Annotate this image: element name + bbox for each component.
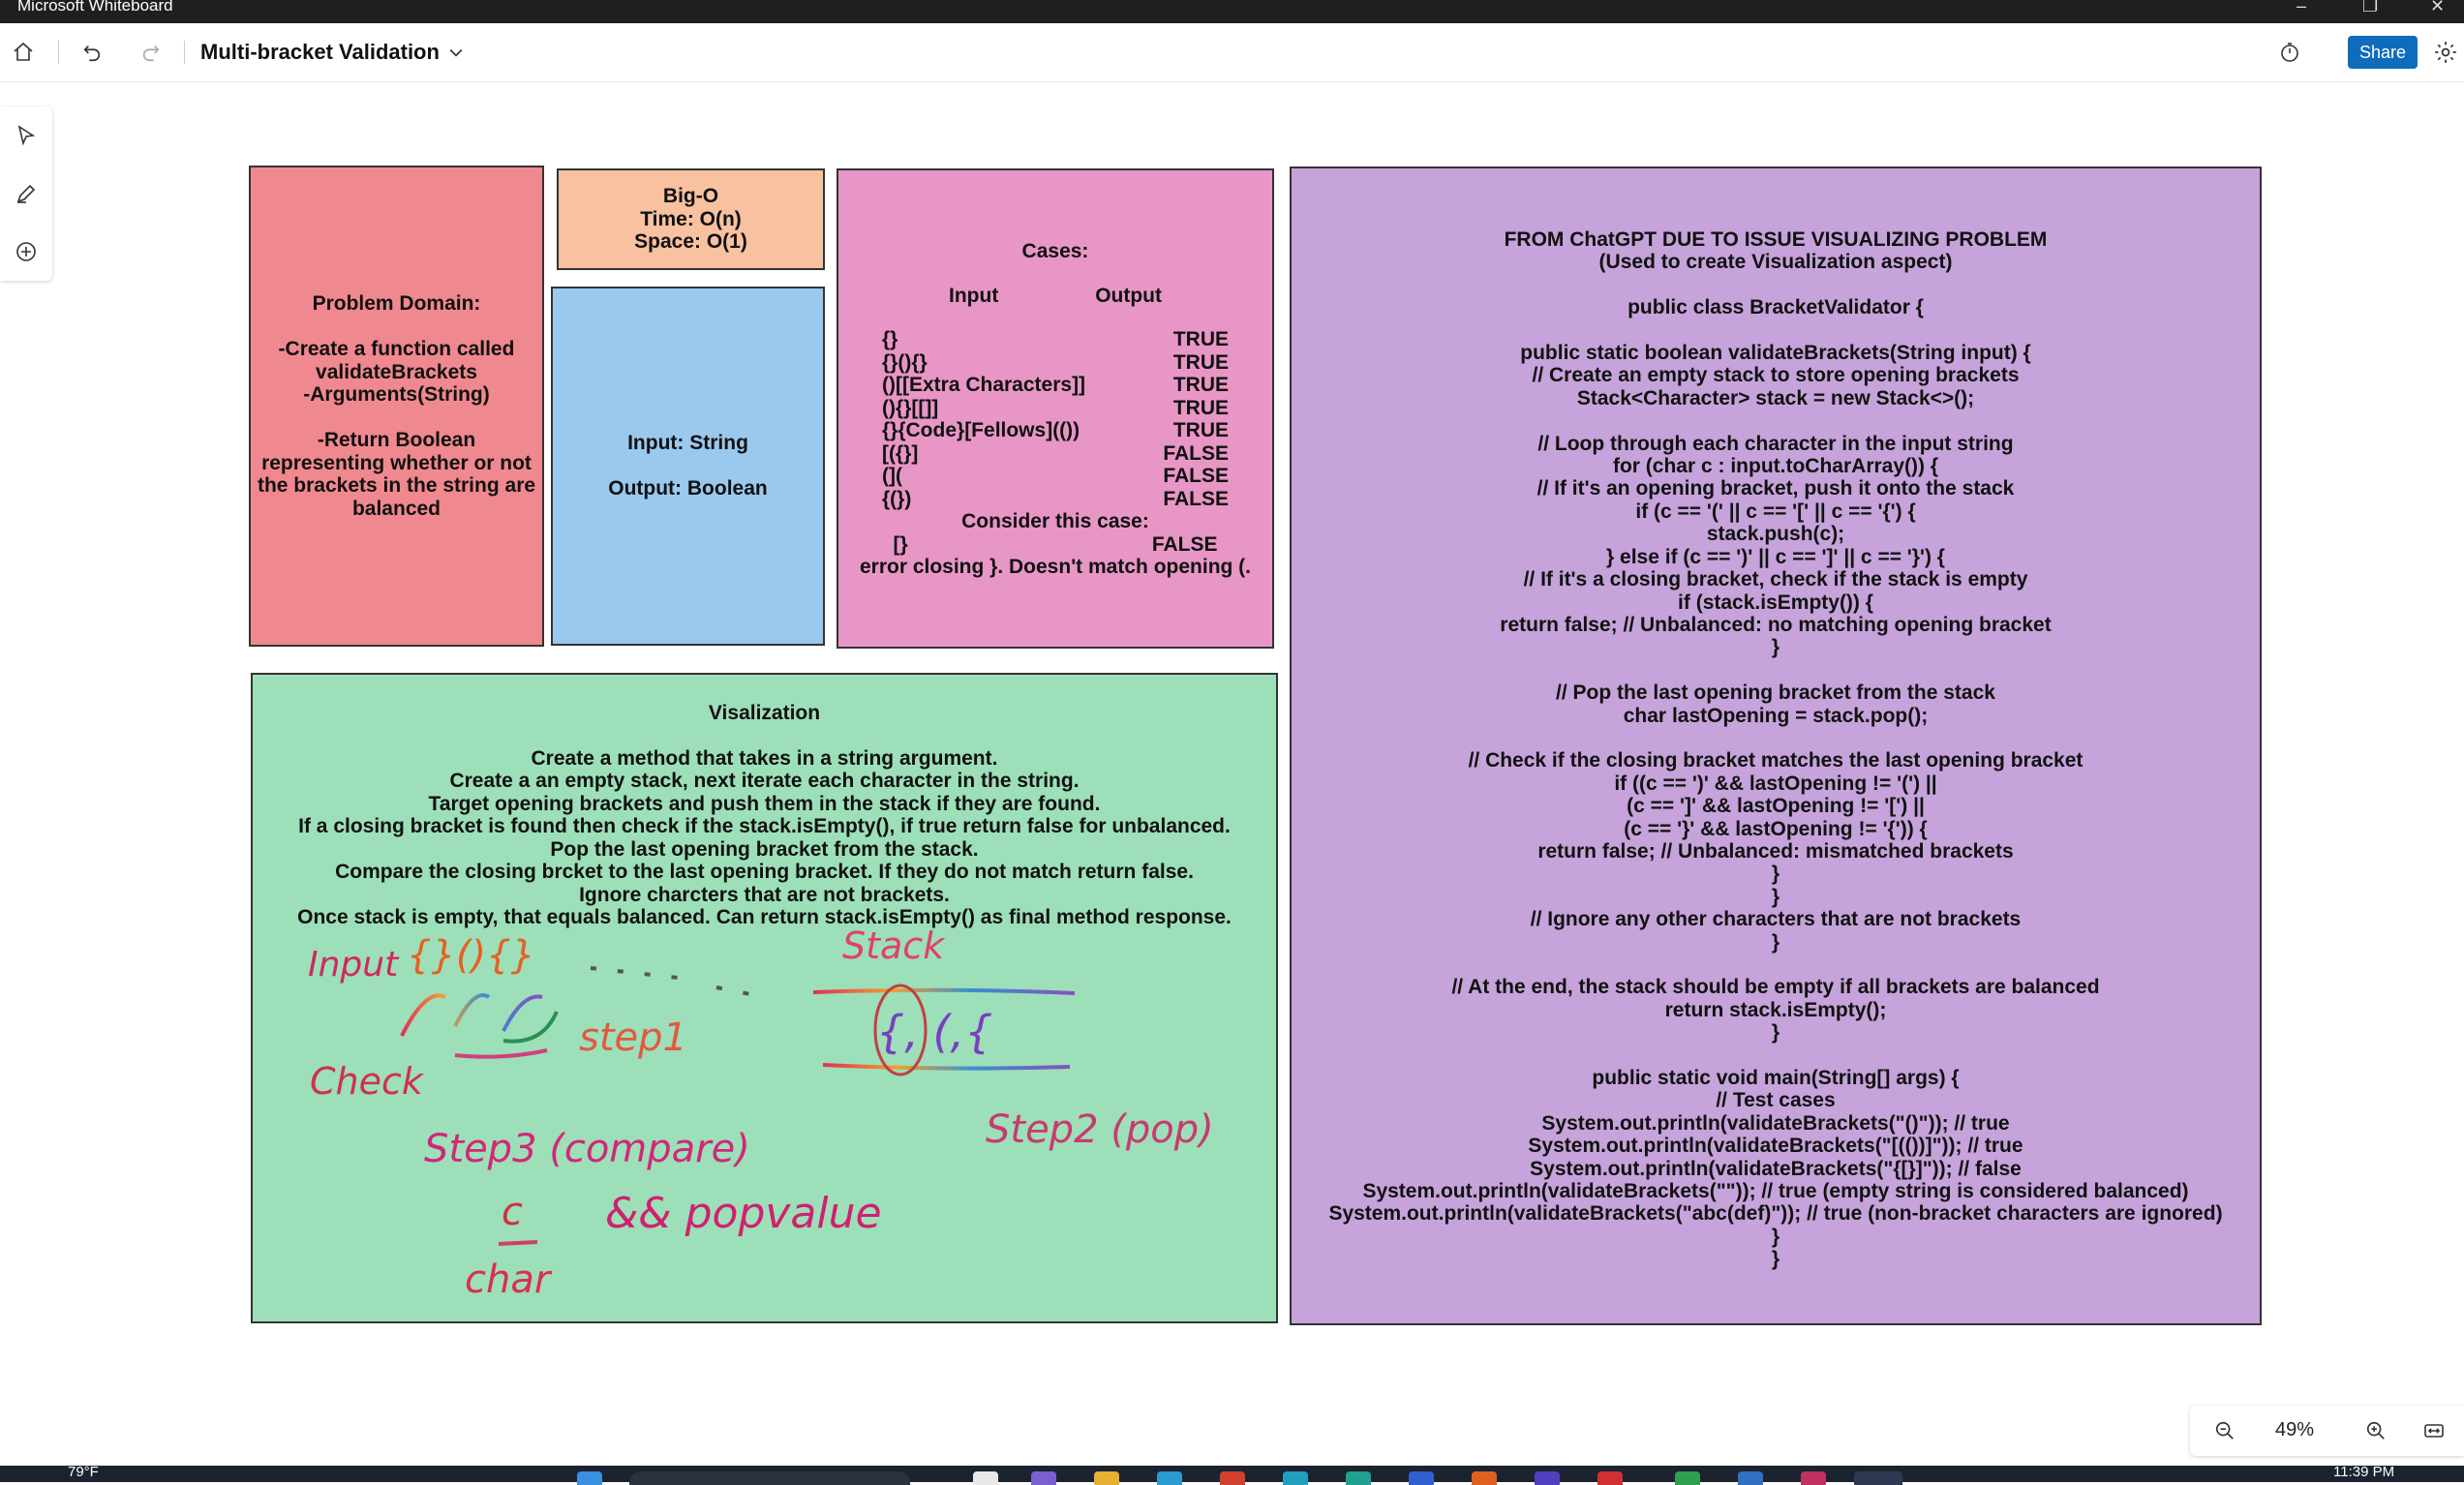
taskbar-app-icon[interactable] xyxy=(1597,1471,1623,1485)
taskbar-app-icon[interactable] xyxy=(1031,1471,1056,1485)
start-icon[interactable] xyxy=(577,1471,602,1485)
taskbar-app-icon[interactable] xyxy=(1675,1471,1700,1485)
ink-stack-top-line xyxy=(812,987,1076,995)
ink-layer: Input {}(){} Stack {, (,{ Check step1 St… xyxy=(308,924,1214,1302)
taskbar-app-icon[interactable] xyxy=(1801,1471,1826,1485)
system-clock[interactable]: 11:39 PM xyxy=(2333,1464,2394,1480)
zoom-in-icon[interactable] xyxy=(2360,1415,2391,1446)
ink-arrows xyxy=(400,993,543,1037)
taskbar-app-icon[interactable] xyxy=(1220,1471,1245,1485)
taskbar-app-icon[interactable] xyxy=(1472,1471,1497,1485)
ink-dots xyxy=(590,966,766,999)
ink-step1-label: step1 xyxy=(579,1015,687,1060)
ink-step2-label: Step2 (pop) xyxy=(986,1107,1214,1152)
search-box[interactable] xyxy=(629,1471,910,1485)
ink-step3-label: Step3 (compare) xyxy=(424,1127,750,1171)
ink-stack-contents: {, (,{ xyxy=(876,1006,992,1058)
ink-input-sequence: {}(){} xyxy=(407,933,535,978)
taskbar-app-icon[interactable] xyxy=(973,1471,998,1485)
ink-check-label: Check xyxy=(310,1060,425,1103)
fit-to-screen-icon[interactable] xyxy=(2418,1415,2449,1446)
taskbar-app-icon[interactable] xyxy=(1409,1471,1434,1485)
ink-stack-label: Stack xyxy=(842,924,946,967)
zoom-level[interactable]: 49% xyxy=(2275,1419,2314,1441)
ink-c-underline xyxy=(498,1240,538,1246)
zoom-out-icon[interactable] xyxy=(2209,1415,2240,1446)
taskbar-whiteboard-active[interactable] xyxy=(1854,1471,1902,1485)
ink-stack-bottom-line xyxy=(822,1063,1071,1071)
taskbar-app-icon[interactable] xyxy=(1283,1471,1308,1485)
taskbar-app-icon[interactable] xyxy=(1157,1471,1182,1485)
taskbar-app-icon[interactable] xyxy=(1094,1471,1119,1485)
ink-char-label: char xyxy=(465,1258,553,1302)
weather-temperature[interactable]: 79°F xyxy=(68,1464,99,1480)
taskbar: 79°F 11:39 PM xyxy=(0,1464,2464,1485)
ink-popvalue-label: && popvalue xyxy=(605,1189,882,1238)
taskbar-app-icon[interactable] xyxy=(1535,1471,1560,1485)
ink-underline xyxy=(454,1048,548,1059)
zoom-controls: 49% xyxy=(2190,1406,2464,1456)
ink-input-label: Input xyxy=(308,945,400,985)
ink-c-label: c xyxy=(502,1190,523,1234)
taskbar-app-icon[interactable] xyxy=(1738,1471,1763,1485)
taskbar-app-icon[interactable] xyxy=(1346,1471,1371,1485)
